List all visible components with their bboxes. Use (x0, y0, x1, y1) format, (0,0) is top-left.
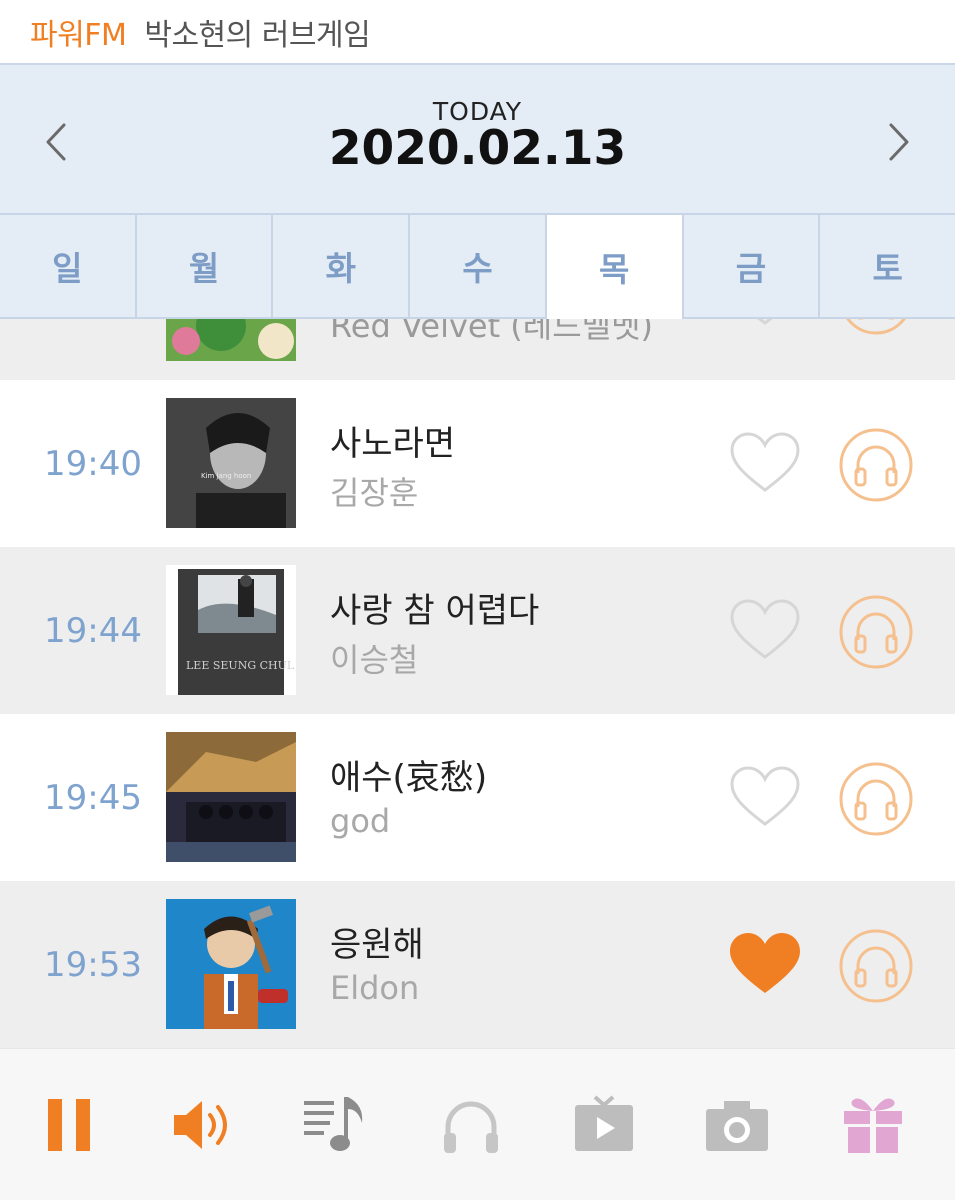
listen-button[interactable] (838, 761, 914, 837)
song-row[interactable]: 19:53 응원해 Eldon (0, 881, 955, 1048)
like-button[interactable] (728, 597, 802, 663)
camera-button[interactable] (702, 1093, 772, 1157)
song-artist: Eldon (330, 969, 420, 1007)
heart-outline-icon (730, 432, 800, 492)
album-art-text: LEE SEUNG CHUL (186, 659, 295, 672)
song-time: 19:45 (44, 777, 142, 818)
song-row[interactable]: 19:45 애수(哀愁) god (0, 714, 955, 881)
song-title: 사랑 참 어렵다 (330, 591, 540, 631)
headphones-circle-icon (839, 762, 913, 836)
camera-icon (706, 1101, 768, 1151)
tab-saturday[interactable]: 토 (820, 215, 955, 317)
volume-button[interactable] (166, 1093, 236, 1157)
station-name[interactable]: 파워FM (30, 10, 127, 54)
album-art: Kim jang hoon (166, 398, 296, 528)
headphones-circle-icon (839, 595, 913, 669)
headphones-circle-icon (839, 428, 913, 502)
playlist-icon (304, 1097, 363, 1151)
album-art: LEE SEUNG CHUL (166, 565, 296, 695)
bottom-toolbar (0, 1048, 955, 1200)
headphones-circle-icon (839, 929, 913, 1003)
next-day-button[interactable] (879, 117, 919, 167)
gift-icon (844, 1098, 902, 1153)
pause-icon (48, 1099, 90, 1151)
gift-button[interactable] (838, 1093, 908, 1157)
song-row[interactable]: 19:40 Kim jang hoon 사노라면 김장훈 (0, 380, 955, 547)
song-artist: god (330, 802, 391, 840)
song-artist: 이승철 (330, 641, 419, 679)
tab-sunday[interactable]: 일 (0, 215, 137, 317)
like-button[interactable] (728, 764, 802, 830)
tab-friday[interactable]: 금 (684, 215, 821, 317)
song-time: 19:53 (44, 944, 142, 985)
video-icon (575, 1095, 633, 1151)
volume-icon (174, 1101, 227, 1149)
song-title: 애수(哀愁) (330, 758, 488, 798)
album-art (166, 899, 296, 1029)
song-title: 응원해 (330, 925, 424, 965)
listen-button[interactable] (838, 427, 914, 503)
listen-button[interactable] (838, 928, 914, 1004)
tab-wednesday[interactable]: 수 (410, 215, 547, 317)
day-tabs: 일 월 화 수 목 금 토 (0, 213, 955, 319)
date-navigation: TODAY 2020.02.13 (0, 65, 955, 213)
playlist-button[interactable] (300, 1093, 370, 1157)
heart-outline-icon (730, 599, 800, 659)
album-art-text: Kim jang hoon (201, 472, 251, 480)
song-artist: 김장훈 (330, 474, 419, 512)
tab-thursday[interactable]: 목 (546, 215, 684, 319)
like-button[interactable] (728, 931, 802, 997)
listen-button[interactable] (838, 594, 914, 670)
album-art-leeseungchul: LEE SEUNG CHUL (166, 565, 296, 695)
headphones-button[interactable] (436, 1093, 506, 1157)
song-time: 19:40 (44, 443, 142, 484)
album-art-eldon (166, 899, 296, 1029)
pause-button[interactable] (34, 1093, 104, 1157)
tab-tuesday[interactable]: 화 (273, 215, 411, 317)
song-time: 19:44 (44, 610, 142, 651)
current-date: 2020.02.13 (328, 121, 627, 176)
chevron-right-icon (889, 123, 909, 161)
headphones-icon (444, 1101, 498, 1153)
song-list[interactable]: Red Velvet (레드벨벳) 19:40 Kim jang hoon 사노… (0, 213, 955, 1048)
video-button[interactable] (569, 1093, 639, 1157)
song-title: 사노라면 (330, 424, 456, 464)
album-art-god (166, 732, 296, 862)
like-button[interactable] (728, 430, 802, 496)
heart-outline-icon (730, 766, 800, 826)
album-art (166, 732, 296, 862)
program-title: 박소현의 러브게임 (144, 17, 371, 53)
album-art-kimjanghoon: Kim jang hoon (166, 398, 296, 528)
app-header: 파워FM 박소현의 러브게임 (0, 0, 955, 65)
heart-filled-icon (730, 933, 800, 993)
song-row[interactable]: 19:44 LEE SEUNG CHUL 사랑 참 어렵다 이승철 (0, 547, 955, 714)
tab-monday[interactable]: 월 (137, 215, 274, 317)
